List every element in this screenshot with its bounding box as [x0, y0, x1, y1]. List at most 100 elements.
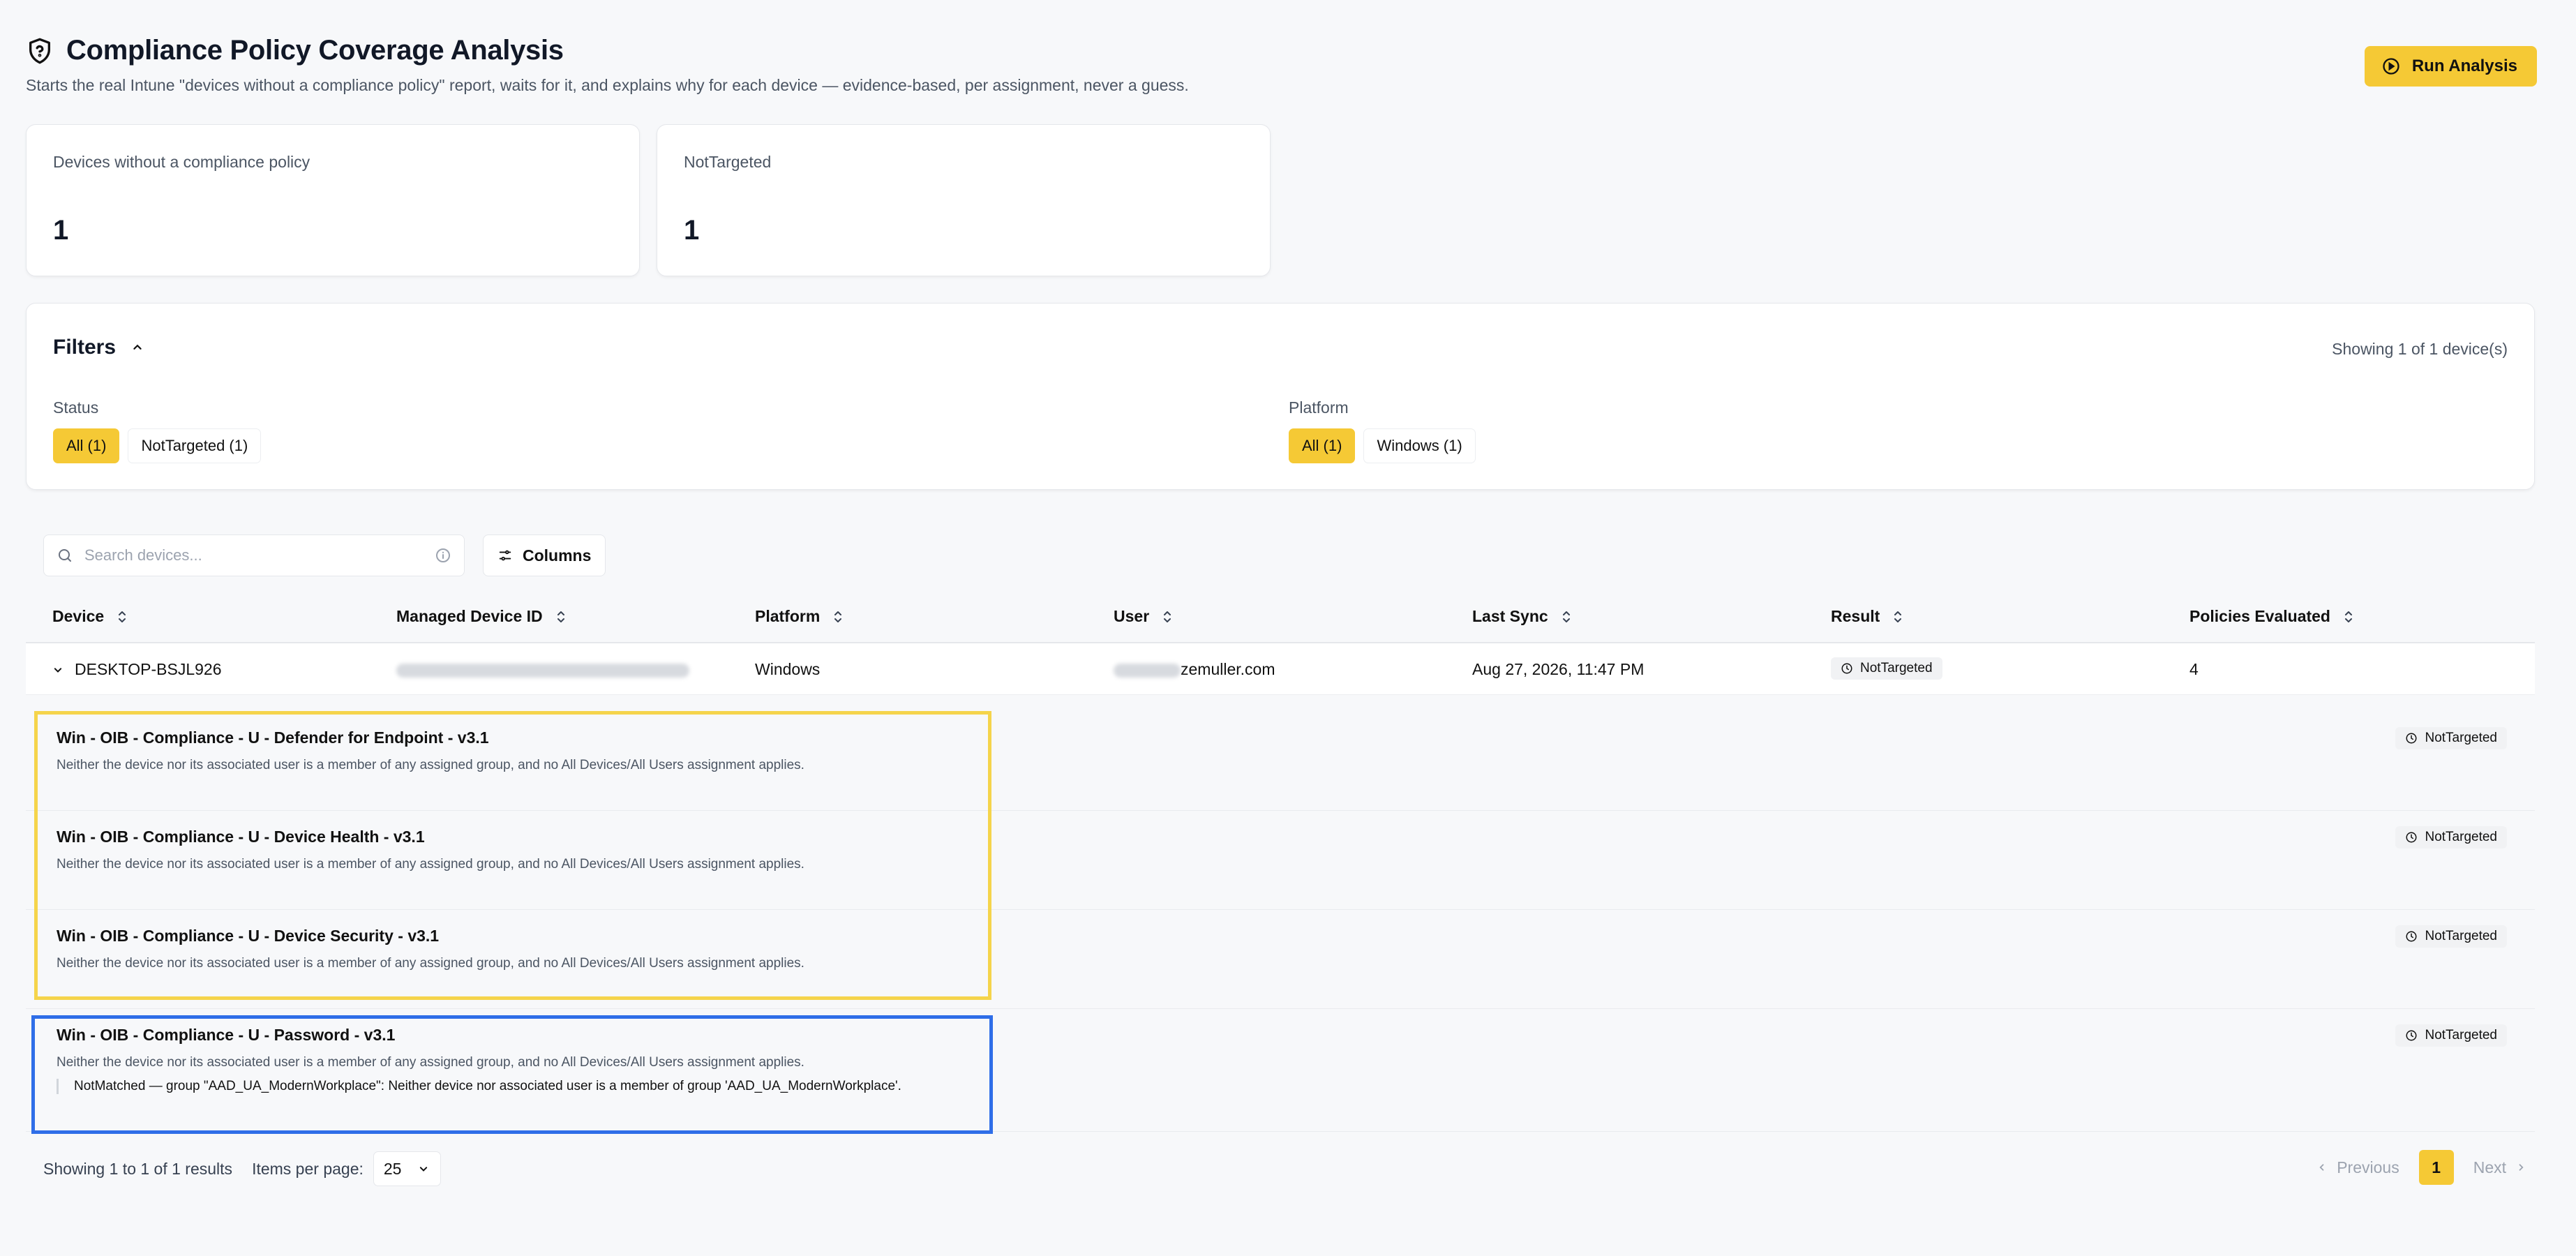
sort-icon — [1164, 611, 1171, 622]
status-chip-nottargeted[interactable]: NotTargeted (1) — [128, 428, 262, 463]
clock-icon — [1841, 663, 1852, 674]
run-analysis-label: Run Analysis — [2411, 57, 2517, 75]
status-badge: NotTargeted — [1831, 657, 1942, 680]
chevron-down-icon[interactable] — [51, 663, 65, 677]
column-title: Device — [52, 607, 105, 625]
column-title: Policies Evaluated — [2189, 607, 2330, 625]
filters-panel: Filters Showing 1 of 1 device(s) Status … — [26, 303, 2535, 490]
search-box — [43, 534, 465, 576]
shield-help-icon — [29, 38, 51, 63]
device-cell: DESKTOP-BSJL926 — [51, 660, 222, 679]
stat-label: NotTargeted — [684, 153, 772, 171]
clock-icon — [2406, 1030, 2417, 1041]
highlight-box-blue — [31, 1015, 993, 1134]
managed-device-id-cell — [396, 660, 689, 679]
last-sync-cell: Aug 27, 2026, 11:47 PM — [1472, 660, 1645, 678]
search-icon — [59, 549, 71, 562]
badge-label: NotTargeted — [2425, 929, 2497, 943]
table-row[interactable]: DESKTOP-BSJL926 Windows zemuller.com Aug… — [26, 643, 2535, 695]
sort-icon — [2344, 611, 2352, 622]
status-badge: NotTargeted — [2395, 925, 2507, 948]
pagination: Previous 1 Next — [2306, 1150, 2537, 1185]
filter-result-count: Showing 1 of 1 device(s) — [2332, 340, 2508, 358]
chevron-down-icon — [420, 1167, 428, 1172]
filters-title: Filters — [53, 336, 117, 359]
sort-icon — [557, 611, 564, 622]
sort-icon — [119, 611, 126, 622]
column-title: Result — [1831, 607, 1880, 625]
device-name: DESKTOP-BSJL926 — [75, 660, 222, 678]
items-per-page-value: 25 — [383, 1159, 402, 1178]
stat-card-nottargeted: NotTargeted 1 — [657, 124, 1271, 276]
column-title: User — [1114, 607, 1150, 625]
status-filter: Status All (1) NotTargeted (1) — [53, 398, 262, 463]
stat-value: 1 — [684, 215, 700, 246]
column-header-result[interactable]: Result — [1831, 607, 1903, 626]
platform-chip-windows[interactable]: Windows (1) — [1363, 428, 1476, 463]
search-input[interactable] — [84, 546, 424, 565]
platform-filter: Platform All (1) Windows (1) — [1289, 398, 1476, 463]
play-circle-icon — [2383, 58, 2399, 75]
run-analysis-button[interactable]: Run Analysis — [2364, 46, 2537, 87]
items-per-page: Items per page: 25 — [252, 1151, 442, 1186]
platform-filter-label: Platform — [1289, 398, 1349, 417]
stat-value: 1 — [53, 215, 69, 246]
highlight-box-yellow — [34, 711, 991, 1000]
items-per-page-select[interactable]: 25 — [373, 1151, 442, 1186]
badge-label: NotTargeted — [2425, 830, 2497, 844]
column-title: Platform — [755, 607, 821, 625]
status-badge: NotTargeted — [2395, 826, 2507, 848]
policies-evaluated-cell: 4 — [2189, 660, 2199, 678]
sort-icon — [1894, 611, 1902, 622]
page-header: Compliance Policy Coverage Analysis Star… — [26, 35, 2538, 105]
sort-icon — [1562, 611, 1570, 622]
stat-card-no-policy: Devices without a compliance policy 1 — [26, 124, 640, 276]
status-filter-label: Status — [53, 398, 99, 417]
columns-button[interactable]: Columns — [483, 534, 606, 576]
platform-chip-all[interactable]: All (1) — [1289, 428, 1356, 463]
badge-label: NotTargeted — [2425, 1028, 2497, 1042]
column-header-platform[interactable]: Platform — [755, 607, 844, 626]
badge-label: NotTargeted — [2425, 731, 2497, 745]
column-header-last-sync[interactable]: Last Sync — [1472, 607, 1572, 626]
table-header: Device Managed Device ID Platform User L… — [26, 597, 2535, 643]
columns-label: Columns — [523, 546, 592, 565]
chevron-left-icon — [2319, 1164, 2324, 1171]
clock-icon — [2406, 733, 2417, 744]
page-number-button[interactable]: 1 — [2418, 1150, 2454, 1185]
redacted-value — [396, 663, 689, 678]
next-label: Next — [2473, 1158, 2506, 1176]
filters-toggle[interactable]: Filters — [53, 336, 145, 359]
status-badge: NotTargeted — [2395, 1024, 2507, 1047]
status-badge: NotTargeted — [2395, 727, 2507, 749]
page-subtitle: Starts the real Intune "devices without … — [26, 76, 1189, 94]
previous-page-button[interactable]: Previous — [2306, 1150, 2409, 1185]
results-count: Showing 1 to 1 of 1 results — [43, 1159, 233, 1178]
column-header-managed-device-id[interactable]: Managed Device ID — [396, 607, 567, 626]
sort-icon — [834, 611, 842, 622]
column-title: Managed Device ID — [396, 607, 543, 625]
stat-label: Devices without a compliance policy — [53, 153, 310, 171]
info-icon[interactable] — [435, 547, 451, 564]
clock-icon — [2406, 931, 2417, 942]
result-cell: NotTargeted — [1831, 657, 1942, 680]
clock-icon — [2406, 832, 2417, 843]
items-per-page-label: Items per page: — [252, 1159, 364, 1178]
user-email-suffix: zemuller.com — [1181, 660, 1275, 678]
column-header-policies-evaluated[interactable]: Policies Evaluated — [2189, 607, 2354, 626]
redacted-value — [1114, 663, 1181, 678]
page-title: Compliance Policy Coverage Analysis — [66, 35, 564, 66]
user-cell: zemuller.com — [1114, 660, 1275, 679]
column-title: Last Sync — [1472, 607, 1548, 625]
chevron-right-icon — [2519, 1164, 2524, 1171]
previous-label: Previous — [2337, 1158, 2399, 1176]
sliders-icon — [499, 550, 511, 561]
chevron-up-icon — [133, 344, 142, 350]
next-page-button[interactable]: Next — [2464, 1150, 2537, 1185]
platform-cell: Windows — [755, 660, 821, 678]
badge-label: NotTargeted — [1860, 661, 1933, 675]
pagination-info: Showing 1 to 1 of 1 results Items per pa… — [43, 1151, 442, 1186]
column-header-device[interactable]: Device — [52, 607, 128, 626]
column-header-user[interactable]: User — [1114, 607, 1173, 626]
status-chip-all[interactable]: All (1) — [53, 428, 120, 463]
